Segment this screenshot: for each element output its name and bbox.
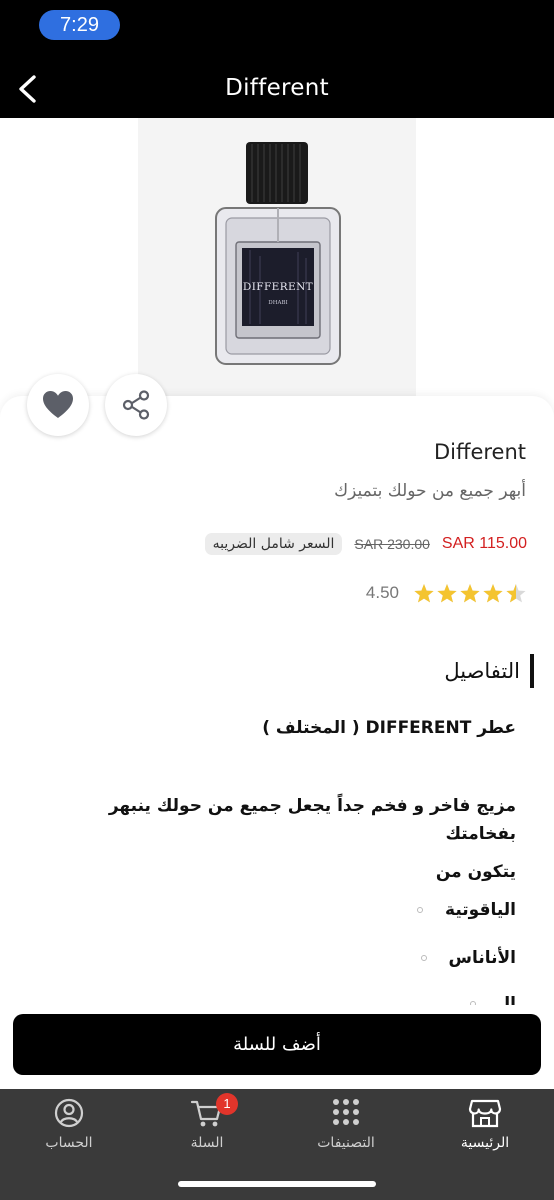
ingredient-label: الياقوتية (445, 900, 516, 920)
bottle-label-text: DIFFERENT (243, 281, 313, 293)
store-icon (468, 1099, 502, 1128)
page-title: Different (225, 75, 329, 101)
star-icon (437, 584, 457, 603)
nav-label: السلة (190, 1135, 224, 1151)
nav-label: الرئيسية (460, 1135, 510, 1151)
details-section-header: التفاصيل (444, 654, 534, 688)
rating-stars (413, 580, 527, 606)
star-icon (460, 584, 480, 603)
rating-value: 4.50 (365, 583, 399, 602)
nav-item-home[interactable]: الرئيسية (416, 1089, 554, 1169)
ingredient-item: الأناناس (420, 948, 516, 968)
product-subtitle: أبهر جميع من حولك بتميزك (334, 481, 526, 501)
description-line: يتكون من (435, 862, 516, 882)
add-to-cart-button[interactable]: أضف للسلة (13, 1014, 541, 1075)
star-icon (506, 584, 526, 603)
heart-icon (43, 391, 73, 418)
nav-item-categories[interactable]: التصنيفات (277, 1089, 415, 1169)
details-title: التفاصيل (444, 659, 520, 683)
tax-included-badge: السعر شامل الضريبه (204, 533, 343, 555)
favorite-button[interactable] (27, 374, 89, 436)
price-original: SAR 230.00 (354, 536, 430, 552)
description-line: عطر DIFFERENT ( المختلف ) (262, 718, 516, 738)
nav-label: التصنيفات (317, 1135, 375, 1151)
product-name: Different (433, 440, 526, 464)
ingredient-item: الياقوتية (417, 900, 516, 920)
share-button[interactable] (105, 374, 167, 436)
product-image[interactable]: DIFFERENT DHABI (200, 138, 360, 390)
share-icon (122, 390, 150, 420)
bottle-label-subtext: DHABI (268, 300, 287, 306)
nav-item-cart[interactable]: 1 السلة (138, 1089, 276, 1169)
cart-count-badge: 1 (216, 1093, 238, 1115)
star-icon (414, 584, 434, 603)
section-accent-bar (530, 654, 534, 688)
user-icon (54, 1098, 84, 1128)
status-time: 7:29 (39, 10, 120, 40)
product-details-card (0, 396, 554, 1096)
description-line: مزيج فاخر و فخم جداً يجعل جميع من حولك ي… (108, 796, 516, 844)
ingredient-label: الأناناس (448, 948, 516, 968)
bullet-icon (420, 955, 427, 961)
price-row: SAR 115.00 SAR 230.00 السعر شامل الضريبه (204, 530, 527, 558)
nav-item-account[interactable]: الحساب (0, 1089, 138, 1169)
star-icon (483, 584, 503, 603)
price-current: SAR 115.00 (441, 535, 527, 552)
top-bar: 7:29 Different (0, 0, 554, 118)
product-image-area: DIFFERENT DHABI (0, 118, 554, 418)
rating-row: 4.50 (366, 578, 527, 608)
home-indicator (178, 1181, 376, 1187)
bullet-icon (417, 907, 424, 913)
nav-label: الحساب (45, 1135, 93, 1151)
grid-icon (333, 1099, 359, 1125)
